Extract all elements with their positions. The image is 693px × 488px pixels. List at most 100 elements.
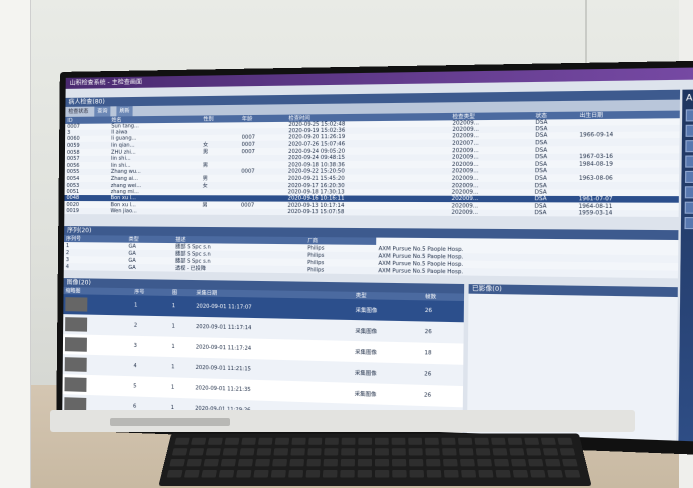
keyboard-key: [254, 459, 270, 467]
keyboard-key: [375, 470, 390, 478]
keyboard-key: [557, 437, 573, 445]
keyboard-key: [547, 470, 563, 478]
keyboard-key: [461, 470, 477, 478]
patient-cell: 2020-09-17 16:20:30: [285, 181, 450, 190]
keyboard-key: [340, 470, 355, 478]
patient-cell: 202009...: [449, 181, 533, 190]
keyboard-key: [408, 437, 423, 445]
series-cell: 透视 - 已投降: [172, 264, 305, 274]
keyboard-key: [494, 459, 510, 467]
keyboard-key: [224, 437, 240, 445]
thumbnail-image[interactable]: [64, 357, 87, 372]
image-cell: 采集图像: [354, 390, 377, 398]
image-cell: 3: [133, 342, 137, 350]
side-button[interactable]: 图像: [685, 124, 693, 137]
image-cell: 1: [170, 384, 175, 391]
image-cell: 26: [423, 392, 432, 399]
keyboard-key: [529, 470, 546, 478]
keyboard-key: [174, 437, 190, 445]
keyboard-key: [207, 437, 223, 445]
patient-cell: DSA: [534, 160, 548, 168]
keyboard-key: [306, 459, 321, 467]
search-button[interactable]: 查询: [94, 106, 111, 117]
keyboard-key: [526, 448, 542, 456]
keyboard-key: [324, 448, 339, 456]
keyboard-key: [322, 470, 338, 478]
keyboard-key: [392, 470, 407, 478]
keyboard-key: [542, 448, 559, 456]
side-button[interactable]: 导出: [684, 186, 693, 199]
thumbnail-image[interactable]: [65, 317, 88, 332]
keyboard-key: [391, 437, 406, 445]
patient-row[interactable]: 0054 Zhang ai... 男 2020-09-21 15:45:20 20200…: [65, 174, 679, 182]
window-titlebar: 山积检查系统 - 主检查画面: [65, 66, 693, 89]
refresh-button[interactable]: 刷新: [116, 106, 133, 117]
image-cell: 采集图像: [355, 348, 377, 356]
thumbnail-image[interactable]: [65, 297, 88, 312]
keyboard-key: [236, 470, 252, 478]
patient-cell: 202009...: [451, 174, 479, 182]
thumbnail-image[interactable]: [64, 337, 87, 352]
keyboard-key: [201, 470, 217, 478]
patient-cell: Wen jiao...: [108, 208, 201, 215]
patient-cell: 男: [202, 162, 209, 169]
patient-row[interactable]: 0019 Wen jiao... 2020-09-13 15:07:58 202009…: [64, 208, 679, 217]
image-cell: 1: [168, 356, 194, 379]
keyboard-key: [358, 437, 373, 445]
keyboard-key: [358, 448, 373, 456]
side-button[interactable]: 选择: [685, 155, 693, 168]
keyboard-key: [492, 448, 508, 456]
patient-cell: [239, 161, 286, 168]
image-cell: 18: [424, 350, 432, 357]
series-panel: 序列(20) 序列号 类型 描述 厂商 1 GA 腰部 S Spc s.n Philips A…: [63, 226, 679, 279]
patient-cell: 男: [202, 202, 208, 209]
keyboard-key: [253, 470, 269, 478]
side-button[interactable]: 序列: [685, 108, 693, 122]
viewed-panel-title: 已影像(0): [468, 284, 678, 298]
keyboard-key: [166, 470, 183, 478]
patient-cell: [238, 208, 286, 216]
keyboard-key: [203, 459, 219, 467]
side-button[interactable]: 打印: [684, 170, 693, 183]
keyboard-key: [169, 459, 185, 467]
patient-cell: DSA: [535, 146, 548, 154]
keyboard-key: [239, 448, 255, 456]
patient-cell: 1963-08-06: [578, 174, 613, 182]
side-button[interactable]: 增强: [685, 139, 693, 153]
keyboard-key: [425, 448, 440, 456]
side-button[interactable]: 关闭: [684, 217, 693, 230]
thumbnail-image[interactable]: [64, 377, 87, 392]
keyboard-key: [426, 459, 441, 467]
keyboard-key: [324, 437, 339, 445]
monitor: 山积检查系统 - 主检查画面 病人检查(80) 检查状态 查询 刷新 ID 姓名性…: [56, 59, 693, 458]
keyboard-key: [442, 448, 457, 456]
image-cell: 1: [131, 295, 170, 317]
keyboard-key: [205, 448, 221, 456]
keyboard: [158, 433, 592, 487]
patient-cell: 男: [202, 175, 208, 182]
keyboard-key: [171, 448, 188, 456]
photo-left-edge: [0, 0, 31, 488]
keyboard-key: [273, 448, 289, 456]
patient-cell: 2020-09-13 15:07:58: [285, 208, 450, 216]
patient-panel: 病人检查(80) 检查状态 查询 刷新 ID 姓名 性别 年龄 检查时间 检查类型 状态 出生…: [64, 89, 681, 217]
side-panel: AnyView 序列图像增强选择打印导出传输关闭: [678, 88, 693, 444]
side-button[interactable]: 传输: [684, 201, 693, 215]
keyboard-key: [458, 448, 474, 456]
patient-cell: DSA: [532, 209, 577, 217]
keyboard-key: [491, 437, 506, 445]
keyboard-key: [241, 437, 257, 445]
image-cell: 1: [169, 316, 195, 338]
keyboard-key: [512, 470, 529, 478]
patient-table: ID 姓名 性别 年龄 检查时间 检查类型 状态 出生日期 0007 Sun tang... 20…: [64, 110, 680, 217]
keyboard-key: [290, 448, 305, 456]
image-cell: 采集图像: [353, 299, 423, 322]
keyboard-key: [441, 437, 456, 445]
filter-label: 检查状态: [68, 108, 89, 115]
patient-cell: 0054: [66, 175, 80, 182]
patient-cell: [239, 181, 286, 190]
keyboard-key: [222, 448, 238, 456]
keyboard-key: [375, 459, 390, 467]
patient-cell: 0007: [240, 202, 255, 209]
series-cell: GA: [126, 263, 174, 272]
